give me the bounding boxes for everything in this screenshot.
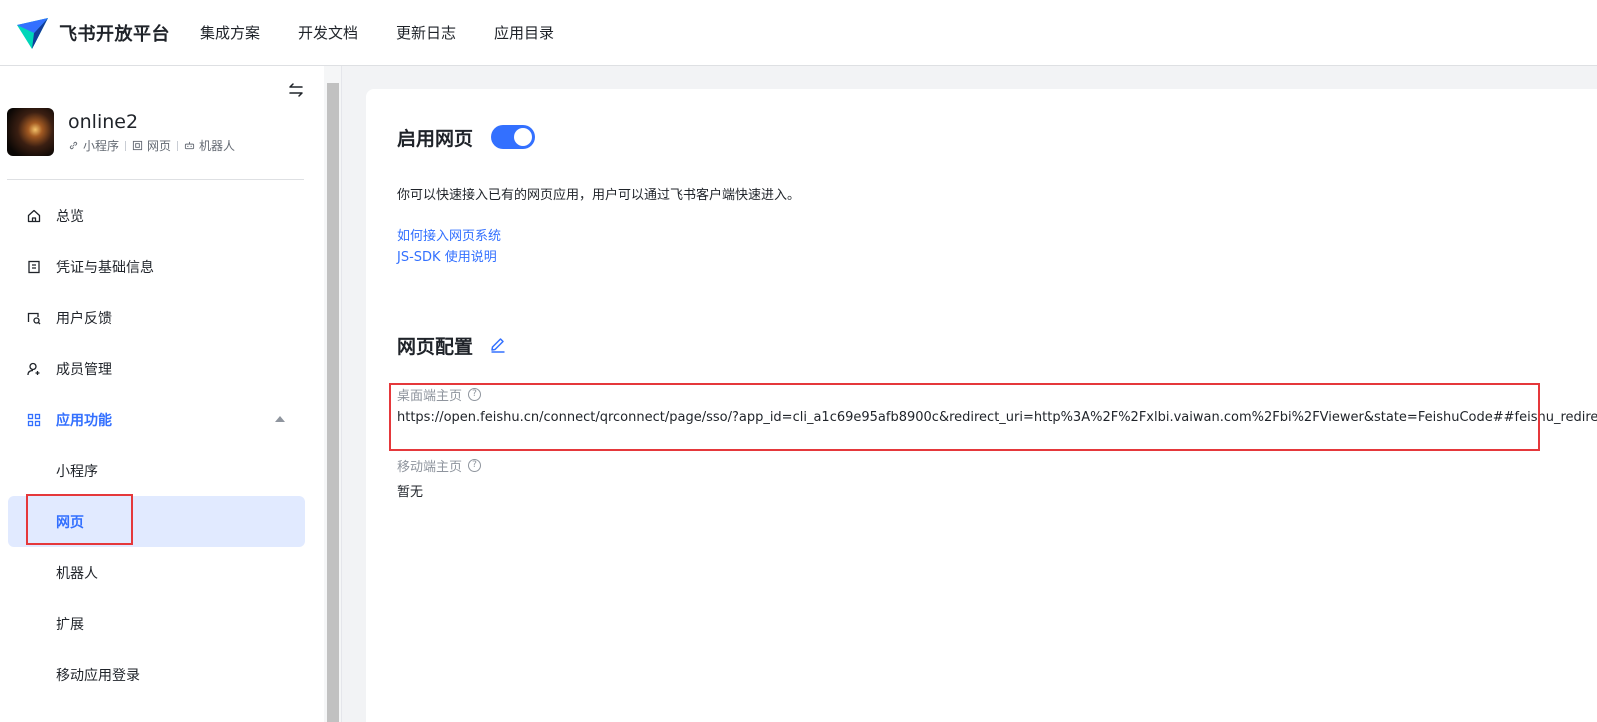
tag-label: 机器人 — [199, 139, 236, 153]
top-nav: 集成方案 开发文档 更新日志 应用目录 — [200, 22, 592, 43]
sidebar-item-label: 扩展 — [56, 616, 84, 633]
grid-icon — [26, 412, 42, 428]
feishu-logo[interactable]: 飞书开放平台 — [15, 15, 170, 51]
sidebar-item-label: 应用功能 — [56, 412, 112, 429]
mobile-homepage-label: 移动端主页 ? — [397, 456, 482, 475]
sidebar-item-mobile-login[interactable]: 移动应用登录 — [8, 649, 305, 700]
tag-webpage: 网页 — [132, 137, 171, 154]
app-capability-tags: 小程序 网页 机器人 — [68, 137, 235, 154]
feedback-icon — [26, 310, 42, 326]
sidebar-item-label: 小程序 — [56, 463, 98, 480]
sidebar-item-feedback[interactable]: 用户反馈 — [8, 292, 305, 343]
tag-mini-program: 小程序 — [68, 137, 119, 154]
feishu-logo-icon — [17, 17, 48, 49]
nav-app-directory[interactable]: 应用目录 — [494, 22, 554, 43]
sidebar-item-label: 网页 — [56, 514, 84, 531]
sidebar-item-label: 用户反馈 — [56, 310, 112, 327]
nav-integration-solutions[interactable]: 集成方案 — [200, 22, 260, 43]
tag-divider — [125, 140, 127, 151]
sidebar-item-label: 移动应用登录 — [56, 667, 140, 684]
help-icon[interactable]: ? — [468, 388, 482, 401]
sidebar-item-mini-program[interactable]: 小程序 — [8, 445, 305, 496]
desktop-homepage-value: https://open.feishu.cn/connect/qrconnect… — [397, 410, 1597, 425]
sidebar-item-bot[interactable]: 机器人 — [8, 547, 305, 598]
link-jssdk-guide[interactable]: JS-SDK 使用说明 — [397, 246, 497, 265]
enable-webpage-title: 启用网页 — [397, 128, 474, 150]
tag-divider — [177, 140, 179, 151]
sidebar-item-members[interactable]: 成员管理 — [8, 343, 305, 394]
app-info: online2 小程序 网页 机器人 — [68, 108, 235, 154]
sidebar-item-overview[interactable]: 总览 — [8, 190, 305, 241]
robot-icon — [184, 141, 195, 150]
sidebar-item-label: 总览 — [56, 208, 84, 225]
credentials-icon — [26, 259, 42, 275]
app-card: online2 小程序 网页 机器人 — [7, 108, 235, 156]
sidebar-item-label: 机器人 — [56, 565, 98, 582]
tag-robot: 机器人 — [184, 137, 235, 154]
nav-changelog[interactable]: 更新日志 — [396, 22, 456, 43]
sidebar-item-label: 凭证与基础信息 — [56, 259, 154, 276]
field-label-text: 桌面端主页 — [397, 389, 463, 404]
webpage-icon — [132, 140, 143, 151]
field-label-text: 移动端主页 — [397, 460, 463, 475]
sidebar-item-webpage[interactable]: 网页 — [8, 496, 305, 547]
home-icon — [26, 208, 42, 224]
chevron-up-icon — [275, 416, 285, 422]
help-icon[interactable]: ? — [468, 459, 482, 472]
tag-label: 小程序 — [83, 139, 120, 153]
collapse-sidebar-icon[interactable] — [286, 80, 306, 100]
sidebar-item-credentials[interactable]: 凭证与基础信息 — [8, 241, 305, 292]
link-how-to-integrate[interactable]: 如何接入网页系统 — [397, 225, 501, 244]
mobile-homepage-value: 暂无 — [397, 485, 424, 500]
webpage-config-title: 网页配置 — [397, 336, 474, 358]
user-add-icon — [26, 361, 42, 377]
link-icon — [69, 141, 78, 150]
toggle-knob — [514, 128, 532, 146]
tag-label: 网页 — [147, 139, 172, 153]
app-avatar — [7, 108, 54, 156]
edit-icon[interactable] — [489, 336, 507, 354]
webpage-description: 你可以快速接入已有的网页应用，用户可以通过飞书客户端快速进入。 — [397, 188, 801, 203]
sidebar-item-label: 成员管理 — [56, 361, 112, 378]
sidebar-scrollbar-thumb[interactable] — [327, 83, 339, 722]
app-name: online2 — [68, 111, 139, 133]
sidebar-item-app-features[interactable]: 应用功能 — [8, 394, 305, 445]
top-navigation-bar: 飞书开放平台 集成方案 开发文档 更新日志 应用目录 — [0, 0, 1597, 66]
sidebar-divider — [7, 179, 304, 180]
desktop-homepage-label: 桌面端主页 ? — [397, 385, 482, 404]
sidebar-item-extension[interactable]: 扩展 — [8, 598, 305, 649]
logo-text: 飞书开放平台 — [59, 23, 170, 45]
nav-developer-docs[interactable]: 开发文档 — [298, 22, 358, 43]
enable-webpage-toggle[interactable] — [491, 125, 535, 149]
